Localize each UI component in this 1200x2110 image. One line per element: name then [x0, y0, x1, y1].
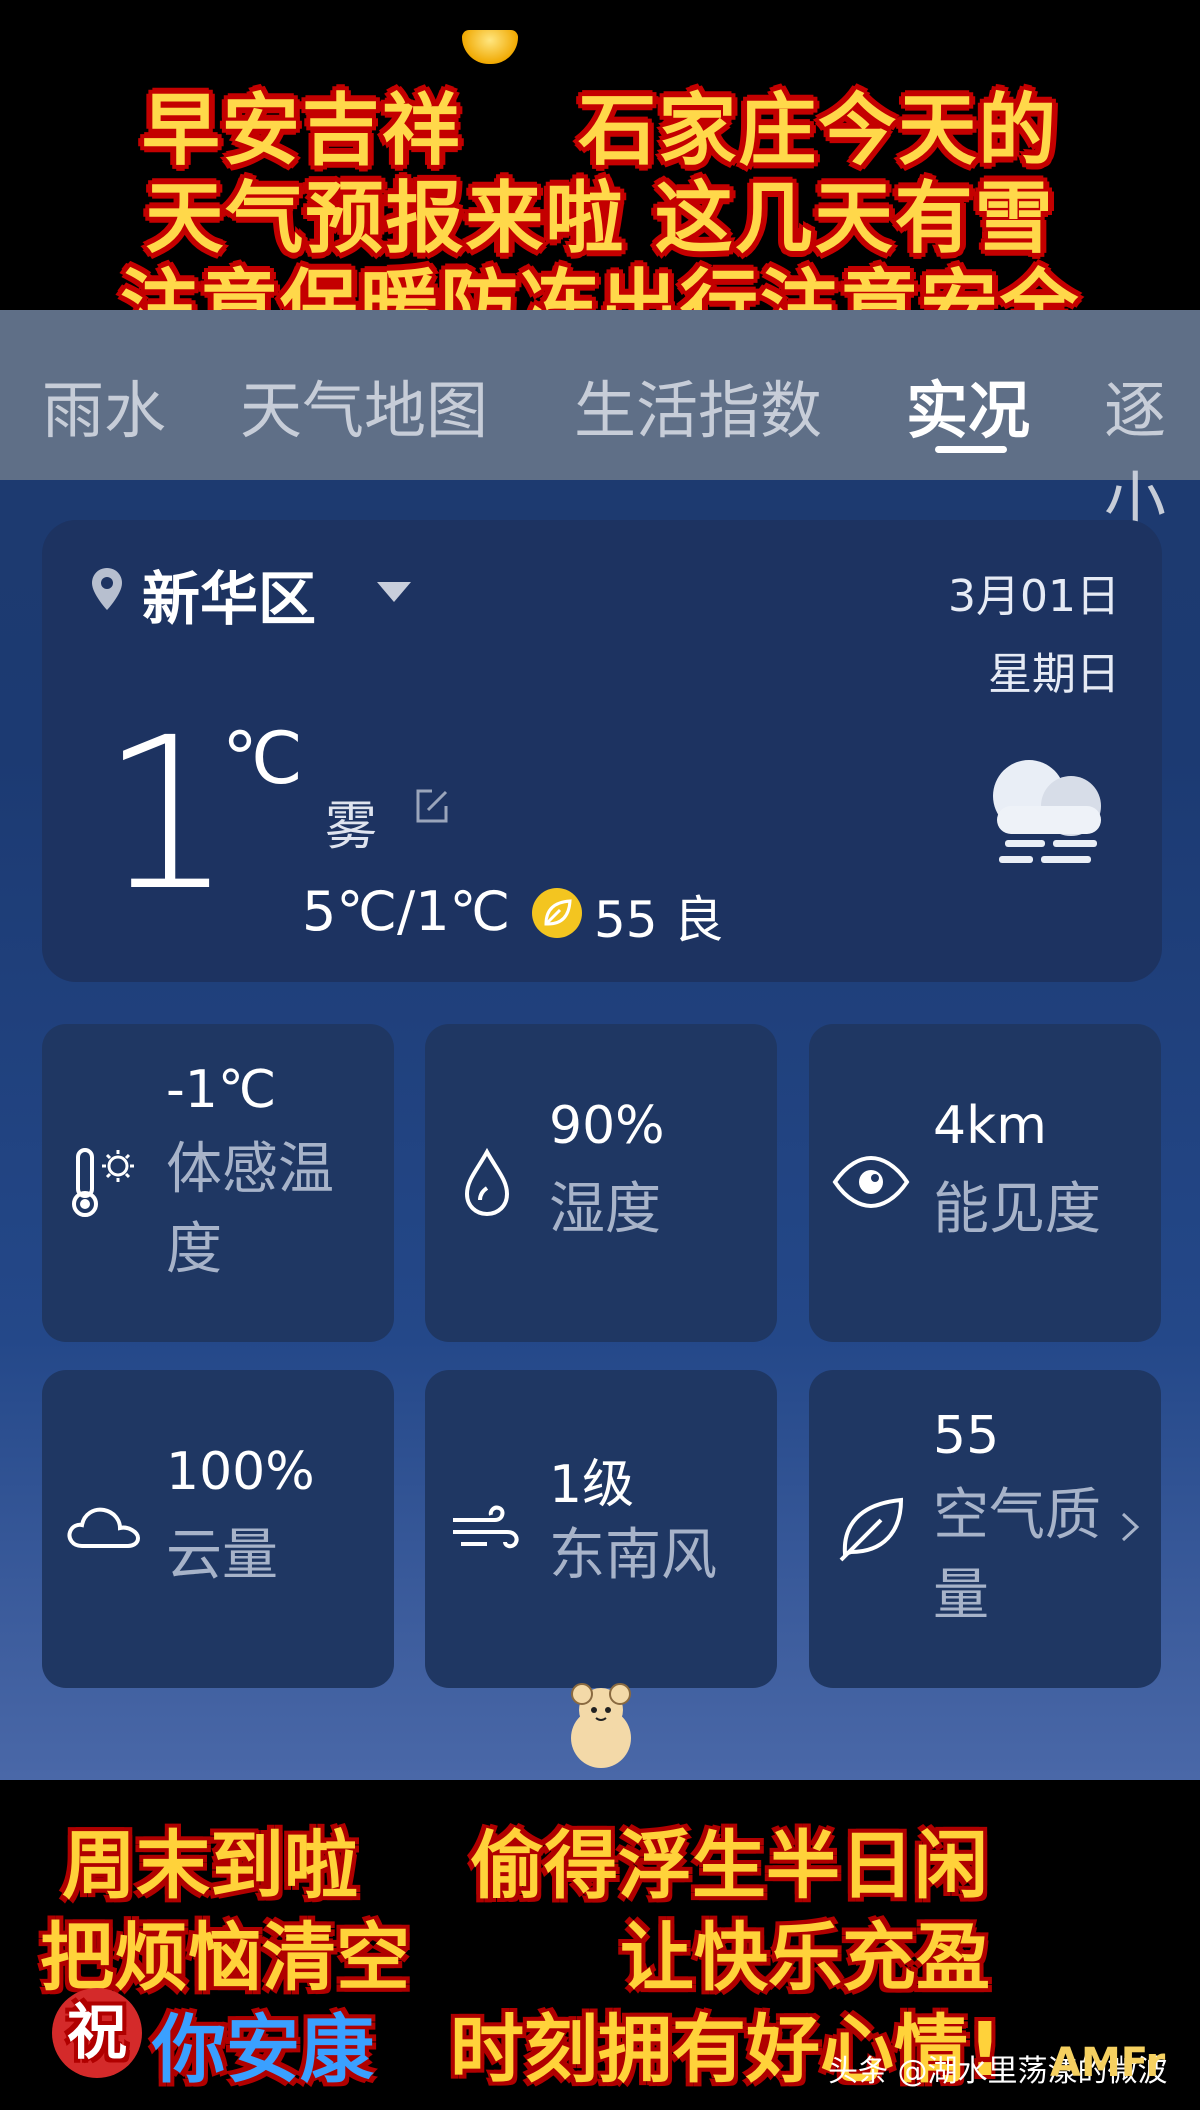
humidity-label: 湿度 — [549, 1177, 661, 1242]
leaf-icon — [839, 1497, 904, 1562]
wind-level-value: 1级 — [549, 1455, 635, 1515]
humidity-value: 90% — [549, 1096, 665, 1156]
temperature-range: 5℃/1℃ — [302, 880, 511, 943]
aqi-leaf-icon — [532, 888, 582, 938]
air-quality-label: 空气质量 — [933, 1483, 1101, 1628]
cloud-cover-tile[interactable]: 100% 云量 — [42, 1370, 394, 1688]
location-pin-icon — [92, 568, 122, 610]
bottom-line-3a: 你安康 — [152, 2007, 374, 2093]
air-quality-tile[interactable]: 55 空气质量 — [809, 1370, 1161, 1688]
blessing-badge: 祝 — [52, 1988, 142, 2078]
air-quality-value: 55 — [933, 1406, 1000, 1466]
feels-like-label: 体感温度 — [166, 1137, 334, 1282]
wind-direction-label: 东南风 — [549, 1523, 717, 1588]
weather-condition: 雾 — [325, 797, 378, 857]
bottom-line-2b: 让快乐充盈 — [620, 1915, 990, 2001]
edit-icon[interactable] — [412, 786, 452, 826]
cloud-cover-label: 云量 — [166, 1523, 278, 1588]
current-temperature: 1 — [100, 692, 234, 937]
gold-ingot-icon — [462, 30, 518, 64]
fog-icon — [993, 760, 1101, 863]
wind-tile[interactable]: 1级 东南风 — [425, 1370, 777, 1688]
weekday-label: 星期日 — [988, 649, 1120, 700]
mouse-mascot-icon — [571, 1683, 631, 1768]
feels-like-tile[interactable]: -1℃ 体感温度 — [42, 1024, 394, 1342]
visibility-tile[interactable]: 4km 能见度 — [809, 1024, 1161, 1342]
location-name[interactable]: 新华区 — [142, 552, 316, 636]
bottom-line-1b: 偷得浮生半日闲 — [470, 1823, 988, 1909]
visibility-label: 能见度 — [933, 1177, 1101, 1242]
corner-sticker-text: AMFr — [1050, 2040, 1166, 2086]
tab-life-index[interactable]: 生活指数 — [574, 360, 822, 450]
chevron-down-icon[interactable] — [377, 582, 411, 602]
active-tab-indicator — [935, 446, 1007, 453]
chevron-right-icon[interactable] — [1113, 1510, 1147, 1544]
weather-app: 雨水 天气地图 生活指数 实况 逐小 新华区 3月01日 星期日 1 ℃ 雾 5… — [0, 310, 1200, 1780]
top-greeting-banner: 早安吉祥 石家庄今天的 天气预报来啦 这几天有雪 注意保暖防冻出行注意安全 — [0, 0, 1200, 352]
feels-like-value: -1℃ — [166, 1060, 277, 1120]
eye-icon — [832, 1155, 910, 1209]
temperature-unit: ℃ — [222, 716, 303, 800]
tab-bar: 雨水 天气地图 生活指数 实况 逐小 — [0, 310, 1200, 537]
tab-rain[interactable]: 雨水 — [42, 360, 166, 450]
humidity-tile[interactable]: 90% 湿度 — [425, 1024, 777, 1342]
current-weather-card: 新华区 3月01日 星期日 1 ℃ 雾 5℃/1℃ 55 良 — [42, 520, 1162, 982]
aqi-value[interactable]: 55 良 — [594, 880, 724, 952]
cloud-cover-value: 100% — [166, 1442, 315, 1502]
thermometer-sun-icon — [72, 1148, 134, 1217]
date-label: 3月01日 — [948, 571, 1120, 622]
bottom-line-1a: 周末到啦 — [62, 1823, 358, 1909]
visibility-value: 4km — [933, 1096, 1047, 1156]
wind-icon — [453, 1505, 519, 1549]
cloud-icon — [67, 1507, 141, 1548]
tab-hourly[interactable]: 逐小 — [1104, 360, 1200, 540]
tab-weather-map[interactable]: 天气地图 — [240, 360, 488, 450]
water-drop-icon — [464, 1147, 510, 1217]
tab-live[interactable]: 实况 — [906, 360, 1030, 450]
